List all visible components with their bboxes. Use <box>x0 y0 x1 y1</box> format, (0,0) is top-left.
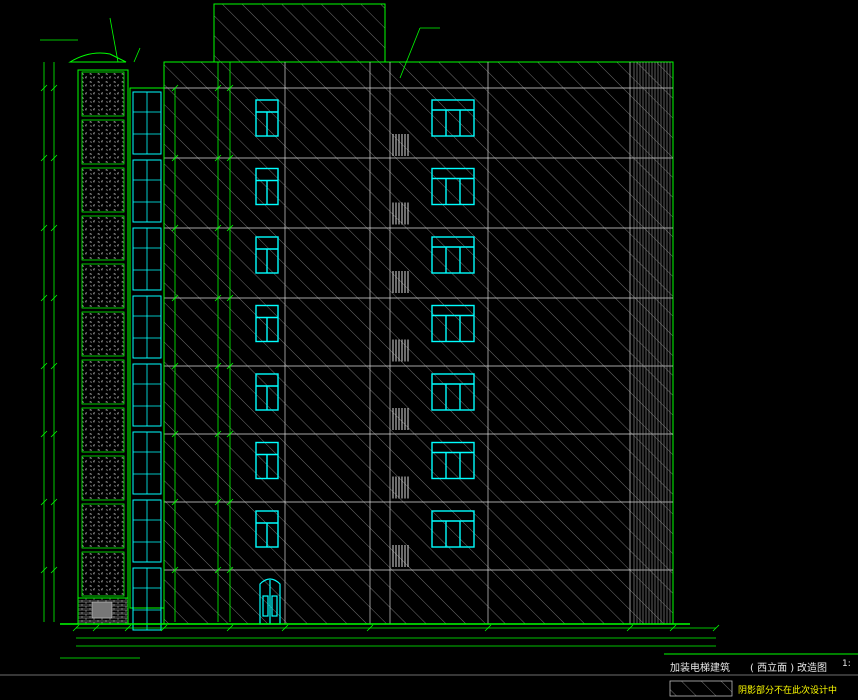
elevation-label: ( 西立面 ) <box>750 663 795 674</box>
elevator-shaft <box>68 52 129 625</box>
drawing-title: 加装电梯建筑 <box>670 663 730 674</box>
view-label: 改造图 <box>797 663 827 674</box>
existing-building <box>163 3 674 625</box>
elevation-drawing <box>0 3 858 697</box>
legend-note: 阴影部分不在此次设计中 <box>738 686 838 696</box>
scale-label: 1: <box>842 659 851 669</box>
glass-corridor <box>129 87 165 631</box>
